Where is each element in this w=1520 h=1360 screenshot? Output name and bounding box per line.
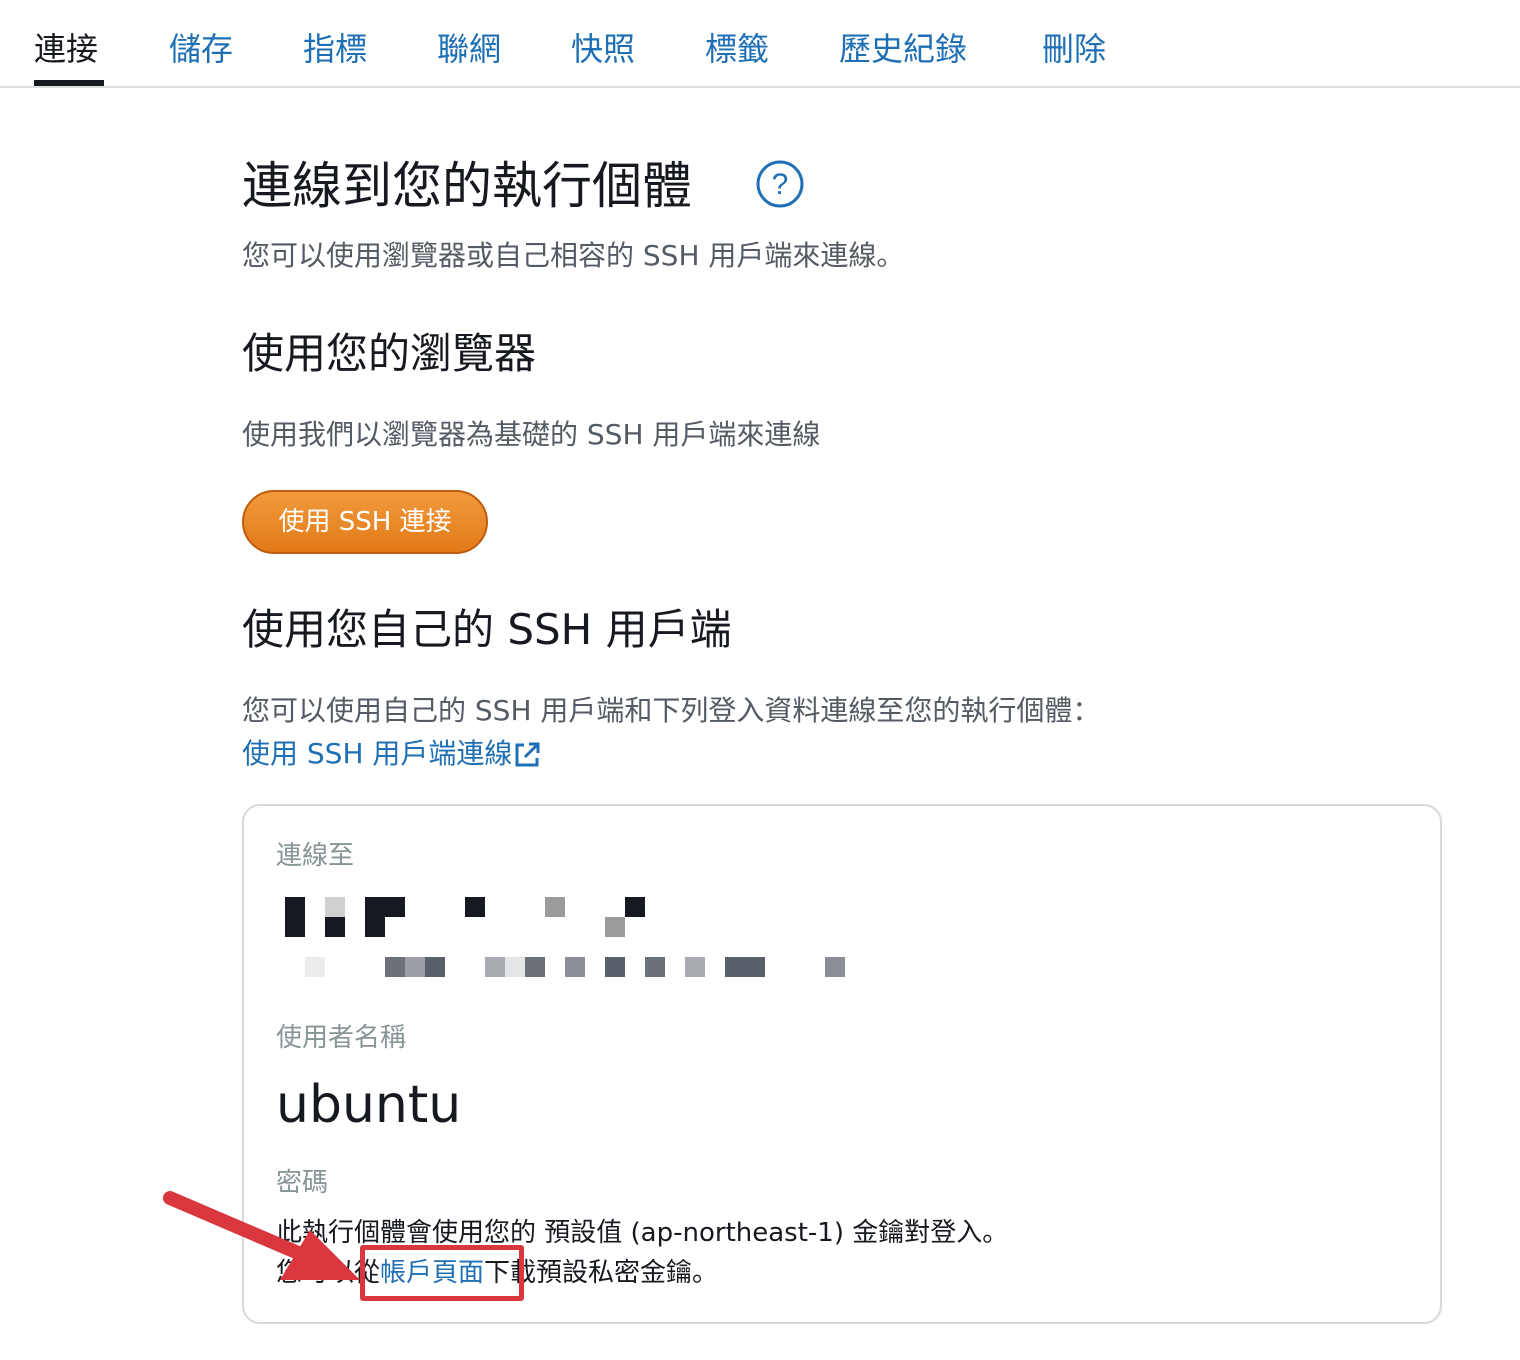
external-link-icon[interactable] xyxy=(512,740,542,770)
tab-storage[interactable]: 儲存 xyxy=(169,26,233,72)
username-label: 使用者名稱 xyxy=(276,1023,407,1053)
tab-bar: 連接 儲存 指標 聯網 快照 標籤 歷史紀錄 刪除 xyxy=(0,0,1520,88)
tab-metrics[interactable]: 指標 xyxy=(303,26,367,72)
tab-snapshots[interactable]: 快照 xyxy=(571,26,635,72)
tab-delete[interactable]: 刪除 xyxy=(1042,26,1106,72)
own-client-section-heading: 使用您自己的 SSH 用戶端 xyxy=(242,605,732,654)
question-circle-icon[interactable]: ? xyxy=(755,159,805,209)
page-subtitle: 您可以使用瀏覽器或自己相容的 SSH 用戶端來連線。 xyxy=(242,239,905,272)
annotation-arrow-icon xyxy=(163,1191,360,1280)
tab-tags[interactable]: 標籤 xyxy=(705,26,769,72)
ssh-client-guide-link[interactable]: 使用 SSH 用戶端連線 xyxy=(242,734,512,774)
browser-section-description: 使用我們以瀏覽器為基礎的 SSH 用戶端來連線 xyxy=(242,418,821,451)
tab-networking[interactable]: 聯網 xyxy=(437,26,501,72)
tab-history[interactable]: 歷史紀錄 xyxy=(839,26,967,72)
connect-ssh-button[interactable]: 使用 SSH 連接 xyxy=(242,490,488,554)
page-title: 連線到您的執行個體 xyxy=(242,157,692,215)
connect-to-label: 連線至 xyxy=(276,841,355,871)
browser-section-heading: 使用您的瀏覽器 xyxy=(242,329,537,378)
tab-connect[interactable]: 連接 xyxy=(34,26,98,72)
annotation-highlight-box xyxy=(360,1245,524,1301)
active-tab-indicator xyxy=(34,80,104,86)
own-client-section-description: 您可以使用自己的 SSH 用戶端和下列登入資料連線至您的執行個體： xyxy=(242,694,1101,727)
svg-text:?: ? xyxy=(772,168,789,201)
username-value: ubuntu xyxy=(276,1075,462,1135)
